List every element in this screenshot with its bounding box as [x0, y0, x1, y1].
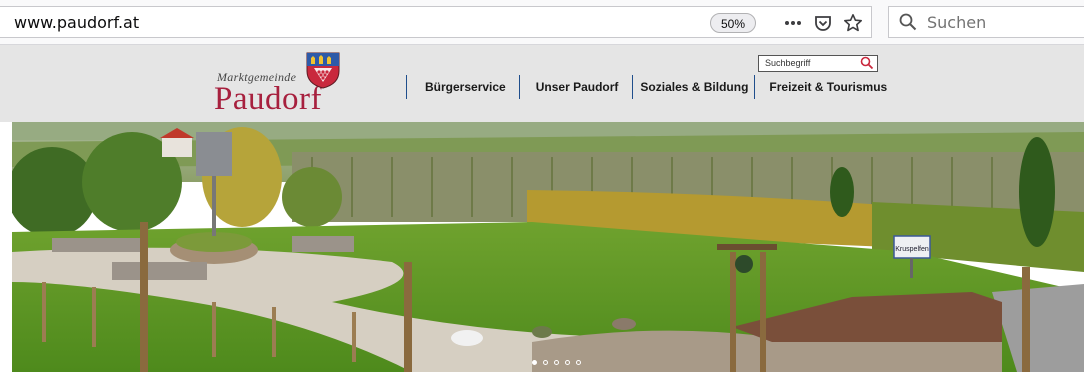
url-bar[interactable]: www.paudorf.at 50% — [0, 6, 872, 38]
more-icon[interactable] — [782, 12, 804, 34]
site-search-input[interactable]: Suchbegriff — [765, 58, 810, 68]
hero-slider[interactable]: Kruspelfen — [12, 122, 1084, 372]
main-navigation: Bürgerservice Unser Paudorf Soziales & B… — [406, 75, 895, 99]
browser-search-bar[interactable]: Suchen — [888, 6, 1084, 38]
browser-search-placeholder[interactable]: Suchen — [927, 13, 986, 32]
slider-dot[interactable] — [543, 360, 548, 365]
nav-item-freizeit-tourismus[interactable]: Freizeit & Tourismus — [755, 75, 895, 99]
slider-dot[interactable] — [532, 360, 537, 365]
hero-image: Kruspelfen — [12, 122, 1084, 372]
coat-of-arms-icon — [306, 52, 340, 89]
site-search-icon[interactable] — [860, 56, 874, 75]
search-icon — [899, 13, 917, 36]
garden-sign-text: Kruspelfen — [895, 246, 929, 253]
browser-toolbar: www.paudorf.at 50% Suchen — [0, 0, 1084, 45]
site-logo[interactable]: Marktgemeinde Paudorf — [214, 51, 364, 117]
site-header: Marktgemeinde Paudorf Bürgerservice Unse… — [0, 45, 1084, 122]
slider-dot[interactable] — [565, 360, 570, 365]
url-text[interactable]: www.paudorf.at — [14, 13, 139, 32]
pocket-icon[interactable] — [812, 12, 834, 34]
nav-item-buergerservice[interactable]: Bürgerservice — [407, 75, 519, 99]
slider-pagination — [532, 360, 581, 365]
nav-item-unser-paudorf[interactable]: Unser Paudorf — [520, 75, 633, 99]
site-search-field[interactable]: Suchbegriff — [758, 55, 878, 72]
slider-dot[interactable] — [576, 360, 581, 365]
zoom-level-button[interactable]: 50% — [710, 13, 756, 33]
bookmark-star-icon[interactable] — [842, 12, 864, 34]
nav-item-soziales-bildung[interactable]: Soziales & Bildung — [633, 75, 754, 99]
slider-dot[interactable] — [554, 360, 559, 365]
